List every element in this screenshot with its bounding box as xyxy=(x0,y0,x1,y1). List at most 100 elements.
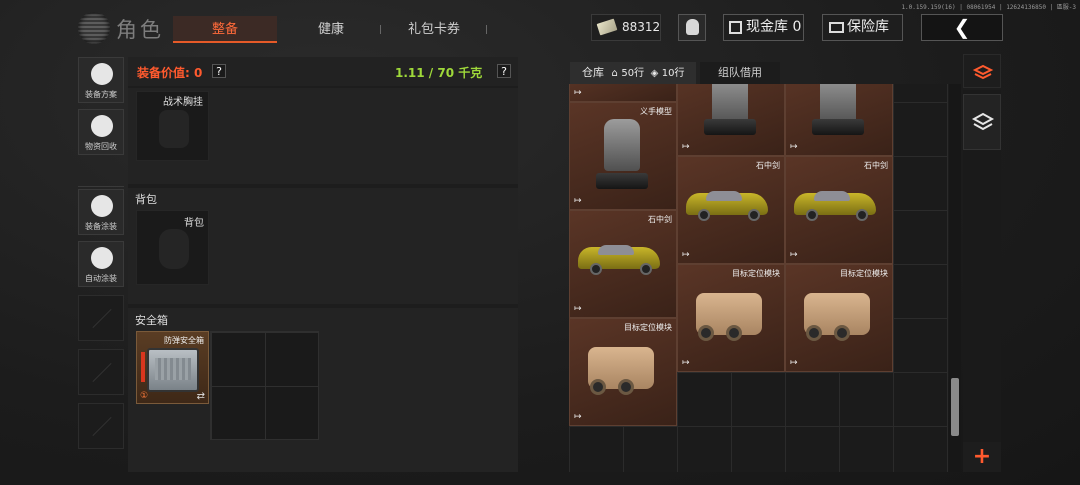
ticket-icon: ◈ xyxy=(650,68,659,79)
safe-box-icon xyxy=(147,348,199,392)
safe-vault-icon xyxy=(829,22,844,33)
warehouse-grid[interactable]: ↦ ↦ ↦ 义手模型 ↦ 石中剑 ↦ 石中剑 ↦ 石中剑 ↦ 目标定位模块 ↦ … xyxy=(569,84,948,472)
game-logo-icon xyxy=(78,12,110,44)
item-name: 石中剑 xyxy=(864,161,888,170)
warehouse-item[interactable]: 石中剑 ↦ xyxy=(569,210,677,318)
item-base xyxy=(596,173,648,189)
item-name: 目标定位模块 xyxy=(732,269,780,278)
safe-box-slot[interactable]: 防弹安全箱 ① ⇄ xyxy=(136,331,209,404)
equipment-paint-button[interactable]: 装备涂装 xyxy=(78,189,124,235)
item-tag-icon: ↦ xyxy=(574,88,582,98)
equipment-paint-label: 装备涂装 xyxy=(85,222,117,231)
backpack-slot-label: 背包 xyxy=(184,218,204,229)
module-lens xyxy=(726,325,742,341)
tab-health[interactable]: 健康 xyxy=(298,16,364,43)
warehouse-item[interactable]: 目标定位模块 ↦ xyxy=(677,264,785,372)
tab-divider xyxy=(486,25,487,34)
module-lens xyxy=(806,325,822,341)
backpack-section-title: 背包 xyxy=(135,193,157,206)
safe-vault-label: 保险库 xyxy=(847,19,889,35)
warehouse-rows-a: 50行 xyxy=(621,68,645,79)
auto-paint-icon xyxy=(91,247,113,269)
layers-button[interactable] xyxy=(963,94,1001,150)
loadout-icon xyxy=(91,63,113,85)
safe-box-stripe xyxy=(141,352,145,382)
tab-gift-coupons[interactable]: 礼包卡券 xyxy=(392,16,476,43)
safe-box-grid[interactable] xyxy=(210,331,319,440)
warehouse-item[interactable]: ↦ xyxy=(785,84,893,156)
module-lens xyxy=(834,325,850,341)
loadout-plan-button[interactable]: 装备方案 xyxy=(78,57,124,103)
item-tag-icon: ↦ xyxy=(682,142,690,152)
page-title: 角色 xyxy=(116,18,164,42)
carry-weight: 1.11 / 70 千克 xyxy=(395,66,483,80)
agent-profile-button[interactable] xyxy=(678,14,706,41)
layers-icon xyxy=(971,112,995,131)
car-cabin xyxy=(706,191,742,201)
item-tag-icon: ↦ xyxy=(790,250,798,260)
supply-recycle-button[interactable]: 物资回收 xyxy=(78,109,124,155)
car-wheel xyxy=(698,209,710,221)
warehouse-item[interactable]: 石中剑 ↦ xyxy=(785,156,893,264)
paint-icon xyxy=(91,195,113,217)
sidebar-divider xyxy=(78,186,124,187)
item-name: 目标定位模块 xyxy=(624,323,672,332)
cash-vault-button[interactable]: 现金库 0 xyxy=(723,14,804,41)
back-button[interactable]: ❮ xyxy=(921,14,1003,41)
cash-vault-icon xyxy=(729,21,742,34)
swap-icon[interactable]: ⇄ xyxy=(197,391,205,402)
item-name: 目标定位模块 xyxy=(840,269,888,278)
auto-paint-button[interactable]: 自动涂装 xyxy=(78,241,124,287)
item-tag-icon: ↦ xyxy=(790,358,798,368)
sort-inventory-button[interactable] xyxy=(963,54,1001,88)
safe-vault-button[interactable]: 保险库 xyxy=(822,14,903,41)
tab-warehouse[interactable]: 仓库 ⌂ 50行 ◈ 10行 xyxy=(570,62,696,84)
tab-loadout[interactable]: 整备 xyxy=(173,16,277,43)
safe-box-tag: ① xyxy=(140,391,149,401)
cash-amount: 88312 xyxy=(622,20,661,34)
item-name: 石中剑 xyxy=(756,161,780,170)
car-wheel xyxy=(748,209,760,221)
module-lens xyxy=(590,379,606,395)
safe-box-section-title: 安全箱 xyxy=(135,314,168,327)
supply-recycle-label: 物资回收 xyxy=(85,142,117,151)
auto-paint-label: 自动涂装 xyxy=(85,274,117,283)
item-tag-icon: ↦ xyxy=(574,196,582,206)
item-tag-icon: ↦ xyxy=(574,412,582,422)
version-info: 1.0.159.159(16) | 08061954 | 12624136850… xyxy=(901,4,1076,11)
warehouse-item[interactable]: 义手模型 ↦ xyxy=(569,102,677,210)
module-lens xyxy=(618,379,634,395)
add-button[interactable]: + xyxy=(963,442,1001,472)
agent-icon xyxy=(686,19,699,35)
car-cabin xyxy=(598,245,634,255)
weight-help-icon[interactable]: ? xyxy=(497,64,511,78)
item-base xyxy=(704,119,756,135)
equipment-value-help-icon[interactable]: ? xyxy=(212,64,226,78)
item-tag-icon: ↦ xyxy=(682,358,690,368)
chest-rig-label: 战术胸挂 xyxy=(163,97,203,108)
warehouse-item[interactable]: 石中剑 ↦ xyxy=(677,156,785,264)
warehouse-item[interactable]: 目标定位模块 ↦ xyxy=(785,264,893,372)
empty-side-slot[interactable] xyxy=(78,349,124,395)
car-wheel xyxy=(806,209,818,221)
item-tag-icon: ↦ xyxy=(574,304,582,314)
empty-side-slot[interactable] xyxy=(78,295,124,341)
car-cabin xyxy=(814,191,850,201)
recycle-icon xyxy=(91,115,113,137)
cash-icon xyxy=(596,18,618,36)
loadout-plan-label: 装备方案 xyxy=(85,90,117,99)
backpack-placeholder-icon xyxy=(159,229,189,269)
warehouse-item[interactable]: 目标定位模块 ↦ xyxy=(569,318,677,426)
warehouse-scroll-thumb[interactable] xyxy=(951,378,959,436)
car-wheel xyxy=(856,209,868,221)
item-tag-icon: ↦ xyxy=(790,142,798,152)
warehouse-item[interactable]: ↦ xyxy=(677,84,785,156)
empty-side-slot[interactable] xyxy=(78,403,124,449)
prosthetic-hand-icon xyxy=(604,119,640,171)
warehouse-item[interactable]: ↦ xyxy=(569,84,677,102)
equipment-value: 装备价值: 0 xyxy=(137,66,203,80)
item-base xyxy=(812,119,864,135)
chest-rig-placeholder-icon xyxy=(159,110,189,148)
tab-team-borrow[interactable]: 组队借用 xyxy=(700,62,780,84)
house-icon: ⌂ xyxy=(611,68,618,79)
